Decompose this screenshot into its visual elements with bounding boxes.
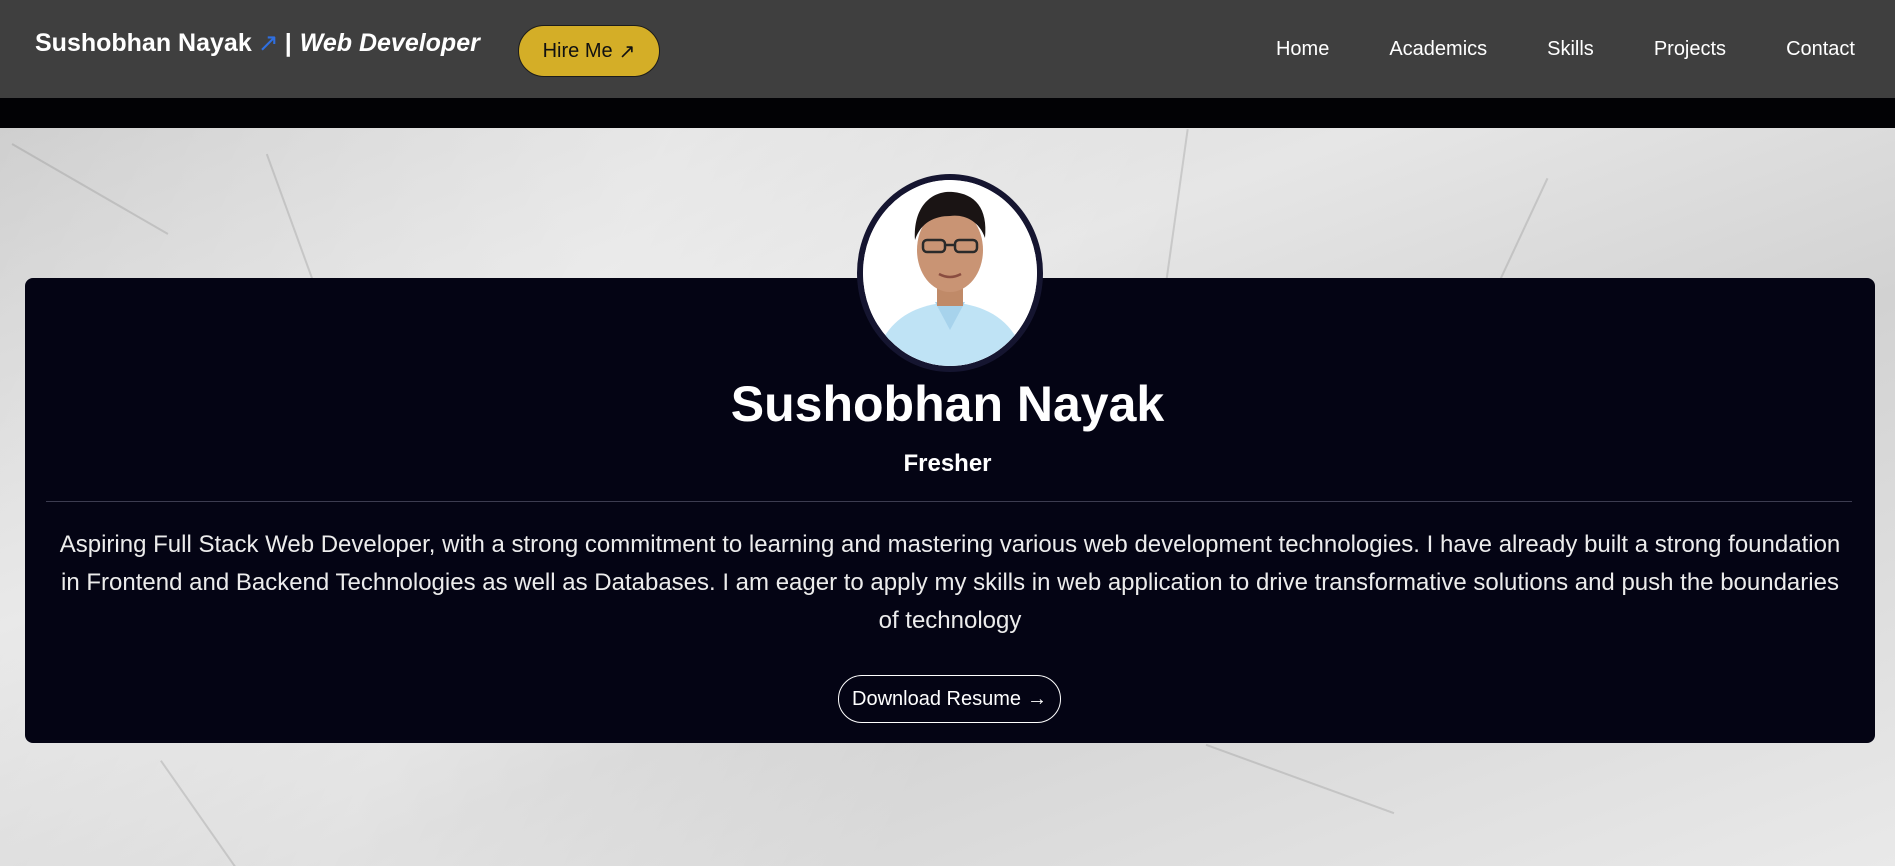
nav-item-contact[interactable]: Contact [1786, 38, 1855, 61]
brand-name: Sushobhan Nayak [35, 28, 252, 57]
hire-me-button[interactable]: Hire Me ↗ [518, 25, 660, 77]
external-arrow-icon: ↗ [257, 29, 279, 57]
nav-item-skills[interactable]: Skills [1547, 38, 1594, 61]
arrow-right-icon: → [1026, 687, 1047, 710]
top-navbar: Sushobhan Nayak ↗ | Web Developer Hire M… [0, 0, 1895, 98]
profile-bio: Aspiring Full Stack Web Developer, with … [59, 531, 1841, 634]
profile-name: Sushobhan Nayak [730, 376, 1165, 432]
divider [46, 501, 1852, 502]
nav-item-projects[interactable]: Projects [1654, 38, 1726, 61]
nav-item-home[interactable]: Home [1276, 38, 1329, 61]
brand-separator: | [284, 28, 292, 57]
hire-me-label: Hire Me [542, 39, 613, 62]
brand-logo[interactable]: Sushobhan Nayak ↗ | Web Developer [35, 28, 480, 58]
arrow-up-right-icon: ↗ [618, 40, 636, 63]
header-strip [0, 98, 1895, 128]
person-photo-icon [863, 180, 1037, 366]
main-nav: Home Academics Skills Projects Contact [1276, 0, 1855, 98]
profile-avatar [857, 174, 1043, 372]
nav-item-academics[interactable]: Academics [1389, 38, 1487, 61]
download-resume-label: Download Resume [852, 687, 1021, 710]
download-resume-button[interactable]: Download Resume → [838, 675, 1061, 723]
brand-role: Web Developer [299, 28, 480, 57]
profile-subtitle: Fresher [903, 450, 992, 477]
